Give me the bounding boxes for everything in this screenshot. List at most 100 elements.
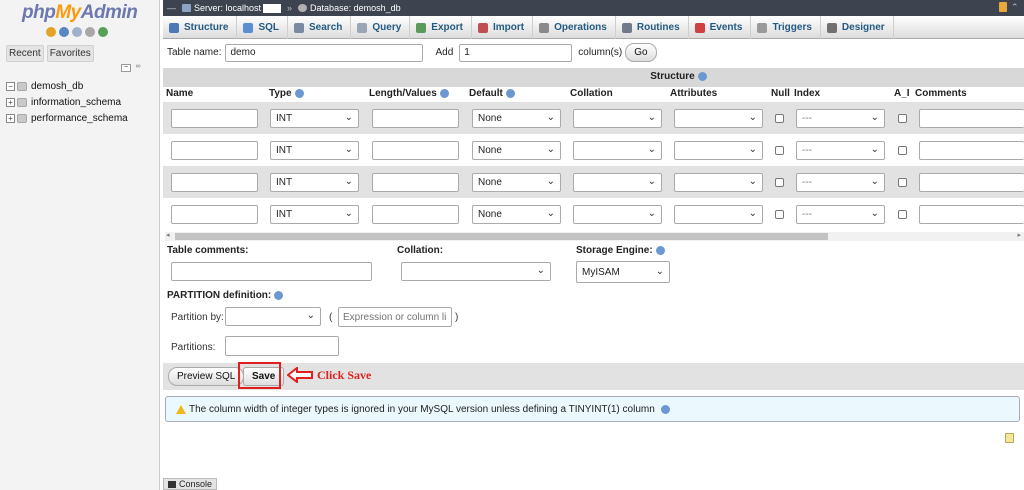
tab-operations[interactable]: Operations [533,16,616,39]
field-null-checkbox[interactable] [775,178,784,187]
scrollbar-thumb[interactable] [175,233,828,240]
add-columns-input[interactable] [459,43,573,62]
field-attributes-select[interactable]: ⌄ [674,109,763,128]
phpmyadmin-logo[interactable]: phpMyAdmin [22,2,138,24]
field-attributes-select[interactable]: ⌄ [674,205,763,224]
field-type-select[interactable]: INT ⌄ [270,173,359,192]
table-collation-select[interactable]: ⌄ [401,262,551,281]
console-toggle[interactable]: Console [163,478,218,490]
lock-icon[interactable] [999,2,1007,12]
reload-icon[interactable] [98,27,108,37]
help-icon[interactable] [697,71,707,81]
field-default-select[interactable]: None ⌄ [472,109,561,128]
field-length-input[interactable] [372,109,459,128]
field-name-input[interactable] [171,141,258,160]
db-name[interactable]: performance_schema [31,113,128,124]
settings-gear-icon[interactable] [85,27,95,37]
nav-tab-recent[interactable]: Recent [6,45,44,62]
field-index-select[interactable]: --- ⌄ [796,109,885,128]
field-length-input[interactable] [372,173,459,192]
home-icon[interactable] [46,27,56,37]
table-comments-input[interactable] [171,262,372,281]
preview-sql-button[interactable]: Preview SQL [168,367,245,386]
help-icon[interactable] [439,88,449,98]
help-icon[interactable] [294,88,304,98]
field-null-checkbox[interactable] [775,210,784,219]
expand-icon[interactable]: + [6,113,15,123]
tab-structure[interactable]: Structure [163,16,238,39]
collapse-up-icon[interactable]: ⌃ [1011,2,1020,12]
breadcrumb-database[interactable]: Database: demosh_db [298,3,401,13]
field-attributes-select[interactable]: ⌄ [674,141,763,160]
link-icon[interactable]: ∞ [133,63,143,72]
field-index-select[interactable]: --- ⌄ [796,141,885,160]
field-type-select[interactable]: INT ⌄ [270,141,359,160]
nav-tab-favorites[interactable]: Favorites [46,45,94,62]
field-length-input[interactable] [372,205,459,224]
tab-query[interactable]: Query [351,16,411,39]
operations-icon [539,22,550,33]
help-icon[interactable] [660,404,670,414]
horizontal-scrollbar[interactable]: ◂ ▸ [165,232,1024,241]
tab-sql[interactable]: SQL [237,16,289,39]
field-default-select[interactable]: None ⌄ [472,141,561,160]
field-row: INT ⌄ None ⌄ ⌄ ⌄ --- ⌄ [163,102,1024,134]
logout-icon[interactable] [59,27,69,37]
help-icon[interactable] [655,245,665,255]
page-settings-icon[interactable] [1005,433,1014,443]
field-default-select[interactable]: None ⌄ [472,205,561,224]
partition-expression-input[interactable] [338,307,452,327]
tree-item-demosh-db[interactable]: − demosh_db [6,78,128,94]
expand-icon[interactable]: + [6,97,15,107]
tab-designer[interactable]: Designer [821,16,894,39]
field-null-checkbox[interactable] [775,114,784,123]
breadcrumb-server[interactable]: Server: localhost [182,3,282,13]
docs-icon[interactable] [72,27,82,37]
tab-routines[interactable]: Routines [616,16,689,39]
collapse-icon[interactable]: − [6,81,15,91]
field-ai-checkbox[interactable] [898,210,907,219]
tree-item-information-schema[interactable]: + information_schema [6,94,128,110]
db-name[interactable]: information_schema [31,97,121,108]
go-button[interactable]: Go [625,43,657,62]
field-collation-select[interactable]: ⌄ [573,109,662,128]
field-null-checkbox[interactable] [775,146,784,155]
tab-triggers[interactable]: Triggers [751,16,821,39]
field-collation-select[interactable]: ⌄ [573,141,662,160]
field-comments-input[interactable] [919,109,1024,128]
field-name-input[interactable] [171,173,258,192]
field-type-select[interactable]: INT ⌄ [270,109,359,128]
field-length-input[interactable] [372,141,459,160]
tab-search[interactable]: Search [288,16,352,39]
tab-export[interactable]: Export [410,16,472,39]
db-name[interactable]: demosh_db [31,81,83,92]
collapse-all-icon[interactable]: − [121,64,131,72]
field-index-select[interactable]: --- ⌄ [796,173,885,192]
tab-import[interactable]: Import [472,16,534,39]
field-collation-select[interactable]: ⌄ [573,205,662,224]
field-index-select[interactable]: --- ⌄ [796,205,885,224]
field-comments-input[interactable] [919,205,1024,224]
storage-engine-select[interactable]: MyISAM ⌄ [576,261,670,283]
field-ai-checkbox[interactable] [898,146,907,155]
field-name-input[interactable] [171,205,258,224]
field-ai-checkbox[interactable] [898,178,907,187]
field-comments-input[interactable] [919,173,1024,192]
partition-by-select[interactable]: ⌄ [225,307,321,326]
scroll-right-icon[interactable]: ▸ [1017,231,1021,239]
table-name-input[interactable] [225,43,424,62]
minimize-icon[interactable]: — [167,3,176,13]
field-ai-checkbox[interactable] [898,114,907,123]
field-name-input[interactable] [171,109,258,128]
tab-events[interactable]: Events [689,16,752,39]
field-default-select[interactable]: None ⌄ [472,173,561,192]
tree-item-performance-schema[interactable]: + performance_schema [6,110,128,126]
field-comments-input[interactable] [919,141,1024,160]
help-icon[interactable] [274,290,284,300]
field-attributes-select[interactable]: ⌄ [674,173,763,192]
help-icon[interactable] [505,88,515,98]
partitions-input[interactable] [225,336,339,356]
field-collation-select[interactable]: ⌄ [573,173,662,192]
scroll-left-icon[interactable]: ◂ [166,231,170,239]
field-type-select[interactable]: INT ⌄ [270,205,359,224]
